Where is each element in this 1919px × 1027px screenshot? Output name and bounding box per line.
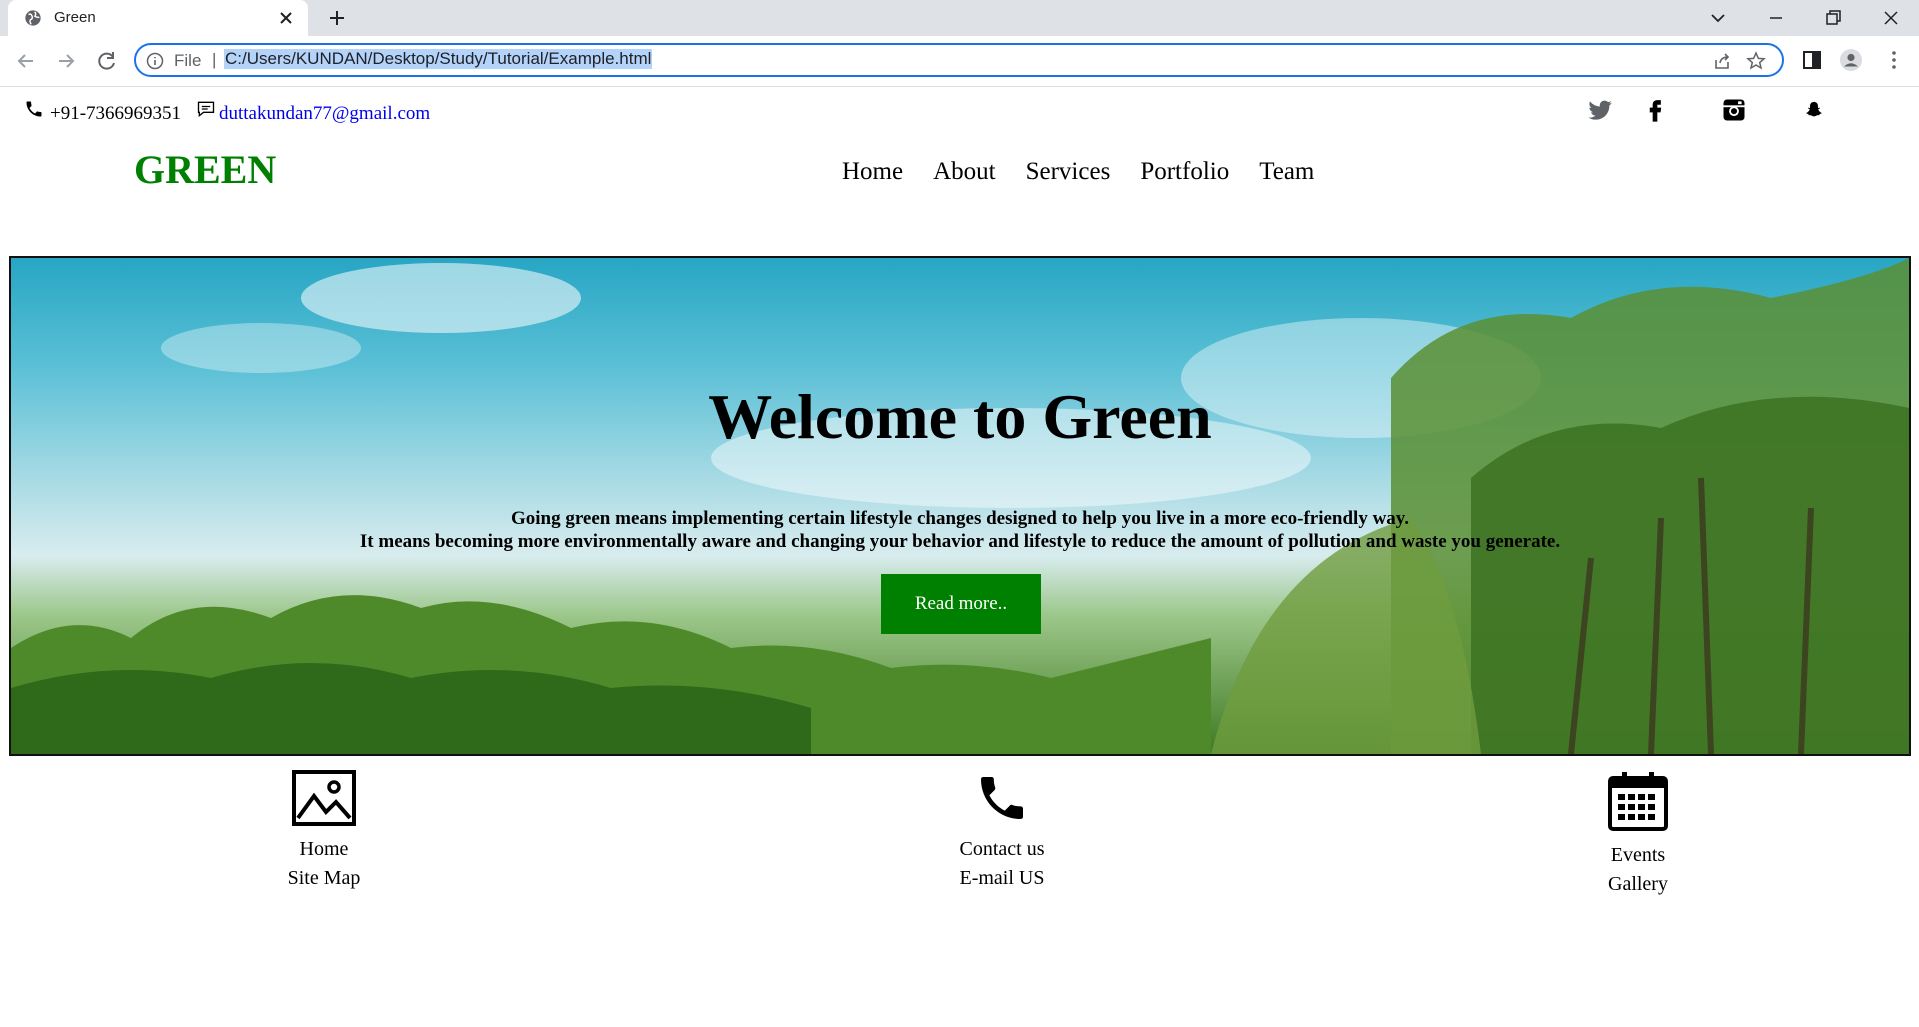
feature-sitemap-label: Site Map — [287, 867, 361, 889]
snapchat-icon[interactable] — [1800, 96, 1828, 124]
nav-portfolio[interactable]: Portfolio — [1140, 158, 1229, 186]
feature-home-label: Home — [299, 838, 349, 860]
more-menu-icon[interactable] — [1882, 48, 1906, 72]
close-window-icon[interactable] — [1877, 4, 1905, 32]
feature-row: Home Site Map Contact us E-mail US Event… — [0, 770, 1919, 920]
bookmark-star-icon[interactable] — [1746, 51, 1766, 71]
contact-bar: +91-7366969351 duttakundan77@gmail.com — [0, 86, 1919, 136]
forward-icon[interactable] — [53, 48, 79, 74]
twitter-icon[interactable] — [1586, 96, 1614, 124]
minimize-icon[interactable] — [1762, 4, 1790, 32]
url-text[interactable]: C:/Users/KUNDAN/Desktop/Study/Tutorial/E… — [224, 49, 653, 69]
feature-gallery-label: Gallery — [1608, 873, 1668, 895]
phone-icon — [981, 777, 1023, 819]
read-more-button[interactable]: Read more.. — [881, 574, 1041, 634]
calendar-icon — [1608, 772, 1668, 831]
restore-icon[interactable] — [1819, 4, 1847, 32]
browser-tab[interactable]: Green — [8, 0, 308, 36]
reload-icon[interactable] — [94, 48, 120, 74]
main-nav: Home About Services Portfolio Team — [842, 158, 1314, 186]
image-icon — [292, 770, 356, 826]
instagram-icon[interactable] — [1720, 96, 1748, 124]
address-bar[interactable]: File | C:/Users/KUNDAN/Desktop/Study/Tut… — [134, 43, 1784, 77]
email-link[interactable]: duttakundan77@gmail.com — [219, 103, 430, 125]
site-header: GREEN Home About Services Portfolio Team — [0, 136, 1919, 206]
browser-toolbar: File | C:/Users/KUNDAN/Desktop/Study/Tut… — [0, 36, 1919, 87]
nav-home[interactable]: Home — [842, 158, 903, 186]
hero-description-line-1: Going green means implementing certain l… — [510, 508, 1410, 529]
hero-title: Welcome to Green — [708, 381, 1212, 452]
close-tab-icon[interactable] — [276, 8, 296, 28]
scheme-label: File — [174, 51, 202, 70]
nav-team[interactable]: Team — [1259, 158, 1314, 186]
nav-services[interactable]: Services — [1026, 158, 1111, 186]
profile-avatar-icon[interactable] — [1839, 48, 1863, 72]
message-icon — [197, 101, 215, 118]
feature-contact-label: Contact us — [959, 838, 1045, 860]
feature-contact[interactable]: Contact us E-mail US — [902, 770, 1102, 890]
hero-banner: Welcome to Green Going green means imple… — [9, 256, 1911, 756]
globe-icon — [25, 10, 41, 26]
feature-home[interactable]: Home Site Map — [224, 770, 424, 890]
tab-search-icon[interactable] — [1704, 4, 1732, 32]
tab-title: Green — [54, 9, 96, 26]
side-panel-icon[interactable] — [1800, 48, 1824, 72]
nature-background-image — [11, 258, 1909, 754]
phone-icon — [26, 101, 42, 117]
feature-events-label: Events — [1610, 844, 1666, 866]
browser-tab-strip: Green — [0, 0, 1919, 36]
feature-events[interactable]: Events Gallery — [1538, 770, 1738, 896]
back-icon[interactable] — [13, 48, 39, 74]
phone-number: +91-7366969351 — [50, 103, 182, 124]
site-logo[interactable]: GREEN — [134, 146, 276, 193]
facebook-icon[interactable] — [1641, 96, 1669, 124]
nav-about[interactable]: About — [933, 158, 996, 186]
info-icon[interactable] — [146, 52, 164, 70]
new-tab-icon[interactable] — [325, 6, 349, 30]
share-icon[interactable] — [1712, 51, 1732, 71]
feature-email-label: E-mail US — [959, 867, 1045, 889]
hero-description-line-2: It means becoming more environmentally a… — [359, 531, 1561, 552]
omnibox-divider: | — [212, 50, 217, 69]
